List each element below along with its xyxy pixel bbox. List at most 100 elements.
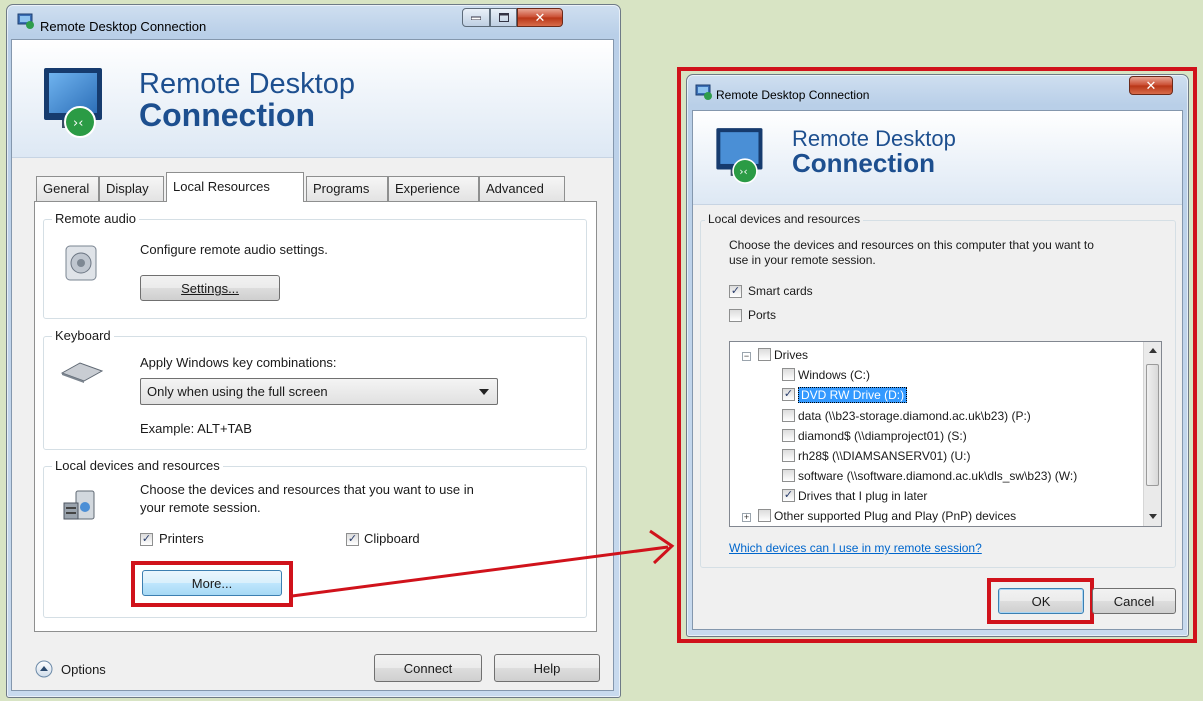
drive-checkbox[interactable] [782,449,795,463]
devices-tree[interactable]: − Drives Windows (C:) ✓ DVD RW Drive (D:)… [729,341,1162,527]
tree-scrollbar[interactable] [1143,342,1161,526]
drive-checkbox[interactable] [782,429,795,443]
drive-label: rh28$ (\\DIAMSANSERV01) (U:) [798,448,971,463]
drive-item[interactable]: ✓ Drives that I plug in later [782,488,927,503]
drive-checkbox[interactable]: ✓ [782,388,795,402]
windows-key-combinations-select[interactable]: Only when using the full screen [140,378,498,405]
ports-checkbox[interactable] [729,309,742,322]
cancel-button[interactable]: Cancel [1092,588,1176,614]
drive-checkbox[interactable] [782,368,795,382]
pnp-checkbox[interactable] [758,509,771,523]
options-expand-icon[interactable] [35,660,53,678]
cancel-button-label: Cancel [1113,593,1155,609]
local-devices-description-line2: your remote session. [140,500,261,515]
dialog-banner: ›‹ Remote Desktop Connection [693,111,1182,205]
keyboard-icon [60,362,104,383]
minimize-button[interactable] [462,8,490,27]
drive-label-selected: DVD RW Drive (D:) [798,386,908,403]
tab-general[interactable]: General [36,176,99,202]
remote-audio-description: Configure remote audio settings. [140,242,328,257]
keyboard-group: Keyboard Apply Windows key combinations:… [43,328,587,450]
remote-audio-group: Remote audio Configure remote audio sett… [43,211,587,319]
drive-label: Windows (C:) [798,367,871,382]
drive-item[interactable]: diamond$ (\\diamproject01) (S:) [782,428,967,443]
dialog-app-icon [695,84,712,100]
tab-general-label: General [43,181,90,196]
windows-key-combinations-value: Only when using the full screen [147,384,328,399]
keyboard-example: Example: ALT+TAB [140,421,252,436]
collapse-icon[interactable]: − [742,352,751,361]
svg-text:›‹: ›‹ [739,166,747,178]
scroll-up-icon[interactable] [1149,348,1157,353]
expand-icon[interactable]: + [742,513,751,522]
drives-checkbox[interactable] [758,348,771,362]
tab-display[interactable]: Display [99,176,164,202]
tab-strip: General Display Local Resources Programs… [36,172,596,202]
scroll-thumb[interactable] [1146,364,1159,486]
dialog-description-line1: Choose the devices and resources on this… [729,238,1094,252]
local-devices-group: Local devices and resources Choose the d… [43,458,587,618]
title-bar[interactable]: Remote Desktop Connection ✕ [7,5,620,35]
keyboard-label: Keyboard [52,328,114,343]
dialog-title: Remote Desktop Connection [716,88,870,102]
maximize-button[interactable] [490,8,517,27]
clipboard-checkbox[interactable]: ✓ [346,533,359,546]
drive-item[interactable]: ✓ DVD RW Drive (D:) [782,386,908,403]
drive-label: software (\\software.diamond.ac.uk\dls_s… [798,468,1078,483]
tab-experience-label: Experience [395,181,461,196]
drive-label: diamond$ (\\diamproject01) (S:) [798,428,967,443]
main-window: Remote Desktop Connection ✕ ›‹ Remote De… [6,4,621,698]
local-resources-panel: Remote audio Configure remote audio sett… [34,201,597,632]
dialog-banner-line2: Connection [792,148,935,178]
help-button-label: Help [533,660,561,676]
drive-item[interactable]: software (\\software.diamond.ac.uk\dls_s… [782,468,1077,483]
which-devices-help-link[interactable]: Which devices can I use in my remote ses… [729,541,982,555]
dialog-description-line2: use in your remote session. [729,253,876,267]
svg-text:›‹: ›‹ [73,116,83,131]
settings-button[interactable]: Settings... [140,275,280,301]
keyboard-description: Apply Windows key combinations: [140,355,337,370]
clipboard-label: Clipboard [364,531,420,546]
dialog-banner-title: Remote Desktop Connection [792,128,956,178]
tab-advanced[interactable]: Advanced [479,176,565,202]
dialog-title-bar[interactable]: Remote Desktop Connection ✕ [687,75,1188,105]
drive-checkbox[interactable]: ✓ [782,489,795,503]
options-label[interactable]: Options [61,662,106,677]
printers-checkbox[interactable]: ✓ [140,533,153,546]
tab-programs[interactable]: Programs [306,176,388,202]
close-icon: ✕ [534,9,546,25]
dialog-close-button[interactable]: ✕ [1129,76,1173,95]
local-devices-description-line1: Choose the devices and resources that yo… [140,482,474,497]
tab-display-label: Display [106,181,149,196]
smart-cards-checkbox[interactable]: ✓ [729,285,742,298]
printers-label: Printers [159,531,204,546]
help-button[interactable]: Help [494,654,600,682]
speaker-icon [65,245,97,281]
local-devices-label: Local devices and resources [52,458,223,473]
dialog-close-icon: ✕ [1145,77,1157,93]
tab-programs-label: Programs [313,181,370,196]
connect-button[interactable]: Connect [374,654,482,682]
drive-item[interactable]: Windows (C:) [782,367,870,382]
tab-local-resources[interactable]: Local Resources [166,172,304,202]
drive-label: data (\\b23-storage.diamond.ac.uk\b23) (… [798,408,1031,423]
connect-button-label: Connect [403,660,453,676]
dialog-local-devices-group: Local devices and resources Choose the d… [700,212,1176,568]
pnp-devices-node[interactable]: Other supported Plug and Play (PnP) devi… [758,508,1016,523]
drive-checkbox[interactable] [782,409,795,423]
scroll-down-icon[interactable] [1149,514,1157,519]
tab-experience[interactable]: Experience [388,176,479,202]
window-title: Remote Desktop Connection [40,19,207,34]
close-button[interactable]: ✕ [517,8,563,27]
drives-node[interactable]: Drives [758,347,808,362]
tab-local-resources-label: Local Resources [173,179,270,194]
drives-label: Drives [774,347,809,362]
dialog-group-label: Local devices and resources [705,212,864,226]
ports-label: Ports [748,308,777,322]
drive-item[interactable]: data (\\b23-storage.diamond.ac.uk\b23) (… [782,408,1031,423]
main-banner-title: Remote Desktop Connection [139,70,355,132]
remote-desktop-app-icon [17,13,34,29]
drive-item[interactable]: rh28$ (\\DIAMSANSERV01) (U:) [782,448,971,463]
drive-checkbox[interactable] [782,469,795,483]
main-banner: ›‹ Remote Desktop Connection [12,40,613,158]
